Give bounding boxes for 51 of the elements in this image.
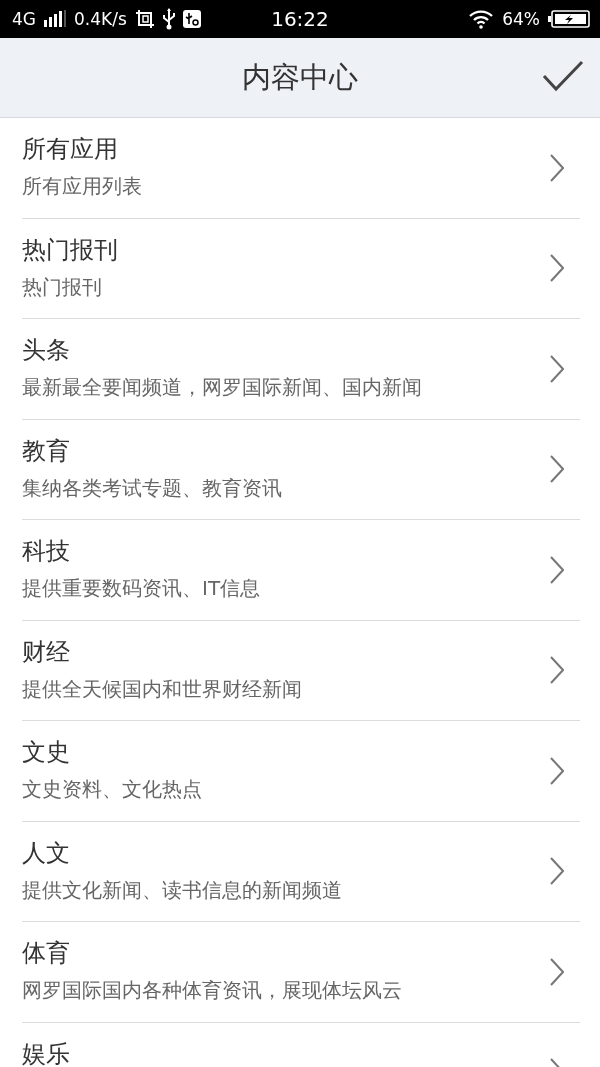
chevron-icon — [550, 857, 564, 886]
item-title: 人文 — [22, 837, 71, 868]
battery-charging-icon — [548, 10, 590, 28]
list-item[interactable]: 热门报刊 热门报刊 — [22, 218, 580, 319]
chevron-icon — [550, 153, 564, 182]
list-item[interactable]: 财经 提供全天候国内和世界财经新闻 — [22, 620, 580, 721]
battery-percent: 64% — [502, 9, 540, 29]
item-description: 提供文化新闻、读书信息的新闻频道 — [22, 876, 342, 903]
item-title: 头条 — [22, 335, 71, 365]
item-title: 文史 — [22, 737, 71, 767]
list-item[interactable]: 娱乐 — [22, 1022, 580, 1067]
item-description: 集纳各类考试专题、教育资讯 — [22, 474, 282, 501]
item-title: 财经 — [22, 636, 71, 667]
chevron-icon — [550, 354, 564, 383]
network-label: 4G — [12, 9, 36, 29]
list-item[interactable]: 科技 提供重要数码资讯、IT信息 — [22, 520, 580, 621]
page-title: 内容中心 — [242, 58, 358, 96]
list-item[interactable]: 体育 网罗国际国内各种体育资讯，展现体坛风云 — [22, 922, 580, 1023]
chevron-icon — [550, 555, 564, 584]
item-title: 体育 — [22, 938, 71, 968]
item-description: 最新最全要闻频道，网罗国际新闻、国内新闻 — [22, 374, 422, 400]
item-description: 提供全天候国内和世界财经新闻 — [22, 675, 302, 702]
usb-icon — [162, 8, 175, 30]
list-item[interactable]: 文史 文史资料、文化热点 — [22, 721, 580, 822]
confirm-button[interactable] — [542, 60, 584, 92]
network-speed: 0.4K/s — [74, 9, 127, 29]
usb-settings-icon — [182, 10, 201, 28]
item-title: 所有应用 — [22, 134, 119, 164]
item-description: 网罗国际国内各种体育资讯，展现体坛风云 — [22, 977, 402, 1003]
chevron-icon — [550, 656, 564, 685]
wifi-icon — [468, 9, 495, 29]
item-title: 科技 — [22, 536, 71, 566]
item-description: 所有应用列表 — [22, 173, 142, 199]
list-item[interactable]: 所有应用 所有应用列表 — [22, 118, 580, 219]
clock: 16:22 — [270, 7, 330, 31]
chevron-icon — [550, 756, 564, 785]
list-item[interactable]: 教育 集纳各类考试专题、教育资讯 — [22, 419, 580, 520]
item-title: 娱乐 — [22, 1038, 70, 1067]
item-description: 提供重要数码资讯、IT信息 — [22, 575, 261, 601]
item-description: 热门报刊 — [22, 273, 103, 300]
chevron-icon — [550, 254, 564, 283]
chevron-icon — [550, 957, 564, 986]
list-item[interactable]: 人文 提供文化新闻、读书信息的新闻频道 — [22, 821, 580, 922]
item-title: 热门报刊 — [22, 234, 118, 265]
item-description: 文史资料、文化热点 — [22, 776, 202, 802]
chevron-icon — [550, 455, 564, 484]
list-item[interactable]: 头条 最新最全要闻频道，网罗国际新闻、国内新闻 — [22, 319, 580, 420]
signal-icon — [44, 10, 66, 28]
checkmark-icon — [542, 60, 584, 92]
screenshot-icon — [134, 9, 155, 29]
item-title: 教育 — [22, 435, 71, 466]
